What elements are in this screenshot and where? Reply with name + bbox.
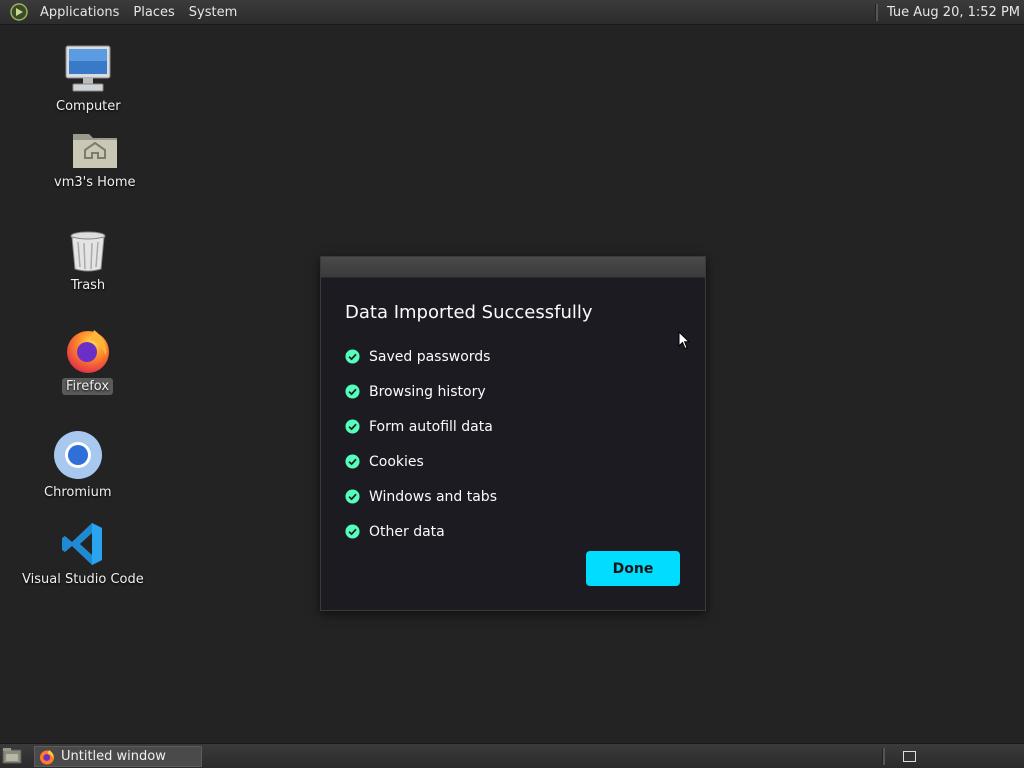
list-item: Saved passwords — [345, 339, 497, 374]
home-folder-icon — [72, 134, 117, 168]
dialog-title: Data Imported Successfully — [345, 302, 593, 323]
top-panel: Applications Places System Tue Aug 20, 1… — [0, 0, 1024, 25]
taskbar-separator — [882, 748, 885, 765]
trash-icon — [70, 231, 106, 272]
desktop-icon-vscode[interactable]: Visual Studio Code — [18, 521, 148, 588]
imported-items-list: Saved passwords Browsing history Form au… — [345, 339, 497, 549]
dialog-titlebar[interactable] — [321, 257, 705, 278]
bottom-taskbar: Untitled window — [0, 743, 1024, 768]
desktop-icon-label: vm3's Home — [54, 175, 136, 190]
check-circle-icon — [345, 524, 360, 539]
desktop-icon-label: Firefox — [62, 378, 114, 395]
desktop-icon-label: Visual Studio Code — [22, 572, 144, 587]
desktop-icon-label: Computer — [56, 99, 121, 114]
mouse-cursor-icon — [678, 331, 690, 350]
list-item-label: Cookies — [369, 453, 424, 470]
import-success-dialog: Data Imported Successfully Saved passwor… — [320, 256, 706, 611]
check-circle-icon — [345, 384, 360, 399]
check-circle-icon — [345, 454, 360, 469]
list-item: Other data — [345, 514, 497, 549]
menu-system[interactable]: System — [182, 0, 244, 25]
desktop-icon-chromium[interactable]: Chromium — [40, 430, 116, 501]
taskbar-window-button[interactable]: Untitled window — [34, 746, 202, 767]
list-item-label: Browsing history — [369, 383, 486, 400]
taskbar-window-title: Untitled window — [61, 749, 166, 764]
list-item: Browsing history — [345, 374, 497, 409]
check-circle-icon — [345, 349, 360, 364]
done-button[interactable]: Done — [586, 551, 680, 586]
list-item-label: Saved passwords — [369, 348, 491, 365]
list-item-label: Other data — [369, 523, 445, 540]
check-circle-icon — [345, 489, 360, 504]
list-item-label: Windows and tabs — [369, 488, 497, 505]
desktop-icon-label: Chromium — [44, 485, 112, 500]
show-desktop-icon[interactable] — [2, 747, 22, 765]
desktop-icon-home[interactable]: vm3's Home — [50, 128, 140, 191]
desktop-icon-firefox[interactable]: Firefox — [62, 326, 114, 395]
firefox-icon — [66, 330, 109, 373]
desktop-icon-trash[interactable]: Trash — [66, 229, 110, 294]
list-item: Form autofill data — [345, 409, 497, 444]
chromium-icon — [53, 431, 102, 479]
list-item: Cookies — [345, 444, 497, 479]
desktop-icon-label: Trash — [70, 278, 106, 293]
menu-applications[interactable]: Applications — [33, 0, 126, 25]
desktop-icon-computer[interactable]: Computer — [52, 44, 125, 115]
firefox-icon — [40, 749, 54, 764]
workspace-1[interactable] — [902, 751, 916, 762]
clock[interactable]: Tue Aug 20, 1:52 PM — [887, 5, 1024, 20]
applications-logo-icon[interactable] — [9, 2, 29, 22]
vscode-icon — [61, 523, 102, 565]
list-item: Windows and tabs — [345, 479, 497, 514]
list-item-label: Form autofill data — [369, 418, 493, 435]
panel-separator — [874, 3, 878, 21]
workspace-switcher[interactable] — [894, 747, 924, 766]
check-circle-icon — [345, 419, 360, 434]
menu-places[interactable]: Places — [126, 0, 181, 25]
computer-icon — [65, 45, 111, 92]
